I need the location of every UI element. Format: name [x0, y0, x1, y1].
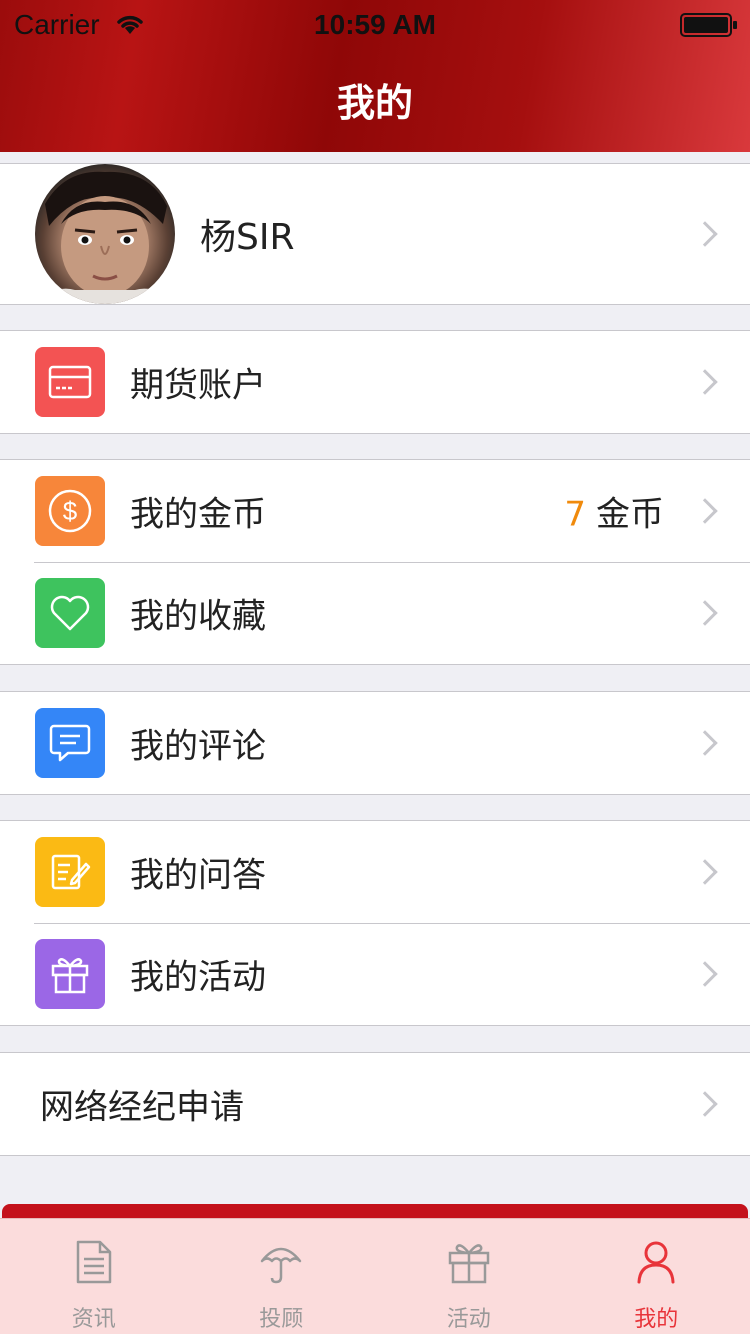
tab-news-label: 资讯 — [71, 1307, 116, 1332]
gift-icon — [448, 1244, 489, 1284]
broker-group: 网络经纪申请 — [0, 1052, 750, 1156]
tab-advisor-label: 投顾 — [259, 1307, 304, 1332]
my-favorites-row[interactable]: 我的收藏 — [0, 562, 750, 664]
dollar-coin-icon: $ — [35, 476, 105, 546]
tab-mine-label: 我的 — [634, 1307, 679, 1332]
my-comments-label: 我的评论 — [130, 726, 266, 767]
chevron-right-icon — [692, 498, 718, 524]
chevron-right-icon — [692, 600, 718, 626]
tab-news[interactable]: 资讯 — [0, 1219, 188, 1334]
coins-group: $ 我的金币 7 金币 我的收藏 — [0, 459, 750, 665]
coins-unit: 金币 — [596, 494, 664, 535]
header: Carrier 10:59 AM 我的 — [0, 0, 750, 152]
avatar-face-icon — [35, 171, 175, 304]
page-title: 我的 — [336, 81, 413, 125]
chevron-right-icon — [692, 221, 718, 247]
my-coins-row[interactable]: $ 我的金币 7 金币 — [0, 460, 750, 562]
my-coins-label: 我的金币 — [130, 494, 266, 535]
heart-icon — [35, 578, 105, 648]
tab-advisor[interactable]: 投顾 — [188, 1219, 376, 1334]
broker-apply-label: 网络经纪申请 — [40, 1087, 244, 1128]
coins-value: 7 金币 — [564, 487, 664, 536]
futures-account-row[interactable]: 期货账户 — [0, 331, 750, 433]
qa-group: 我的问答 我的活动 — [0, 820, 750, 1026]
umbrella-icon — [261, 1247, 302, 1284]
my-qa-row[interactable]: 我的问答 — [0, 821, 750, 923]
chevron-right-icon — [692, 859, 718, 885]
chevron-right-icon — [692, 369, 718, 395]
tab-bar: 资讯 投顾 活动 我的 — [0, 1218, 750, 1334]
my-comments-row[interactable]: 我的评论 — [0, 692, 750, 794]
comments-group: 我的评论 — [0, 691, 750, 795]
profile-name: 杨SIR — [200, 217, 295, 258]
screen: Carrier 10:59 AM 我的 杨SIR 期货账户 $ 我的金币 7 金… — [0, 0, 750, 1334]
my-qa-label: 我的问答 — [130, 855, 266, 896]
tab-activities[interactable]: 活动 — [375, 1219, 563, 1334]
broker-apply-row[interactable]: 网络经纪申请 — [0, 1053, 750, 1155]
person-icon — [637, 1241, 675, 1284]
my-activities-row[interactable]: 我的活动 — [0, 923, 750, 1025]
tab-mine[interactable]: 我的 — [563, 1219, 750, 1334]
profile-group: 杨SIR — [0, 163, 750, 305]
comment-bubble-icon — [35, 708, 105, 778]
svg-text:$: $ — [63, 496, 78, 526]
my-favorites-label: 我的收藏 — [130, 596, 266, 637]
chevron-right-icon — [692, 961, 718, 987]
battery-icon — [680, 13, 737, 37]
gift-icon — [35, 939, 105, 1009]
edit-note-icon — [35, 837, 105, 907]
tab-activities-label: 活动 — [446, 1307, 491, 1332]
document-icon — [76, 1240, 111, 1284]
futures-account-label: 期货账户 — [130, 365, 266, 406]
avatar[interactable] — [35, 164, 175, 304]
status-time: 10:59 AM — [314, 9, 436, 40]
credit-card-icon — [35, 347, 105, 417]
profile-row[interactable]: 杨SIR — [0, 164, 750, 304]
coins-count: 7 — [564, 494, 586, 535]
status-bar: Carrier 10:59 AM — [0, 0, 750, 50]
futures-group: 期货账户 — [0, 330, 750, 434]
my-activities-label: 我的活动 — [130, 957, 266, 998]
chevron-right-icon — [692, 730, 718, 756]
chevron-right-icon — [692, 1091, 718, 1117]
